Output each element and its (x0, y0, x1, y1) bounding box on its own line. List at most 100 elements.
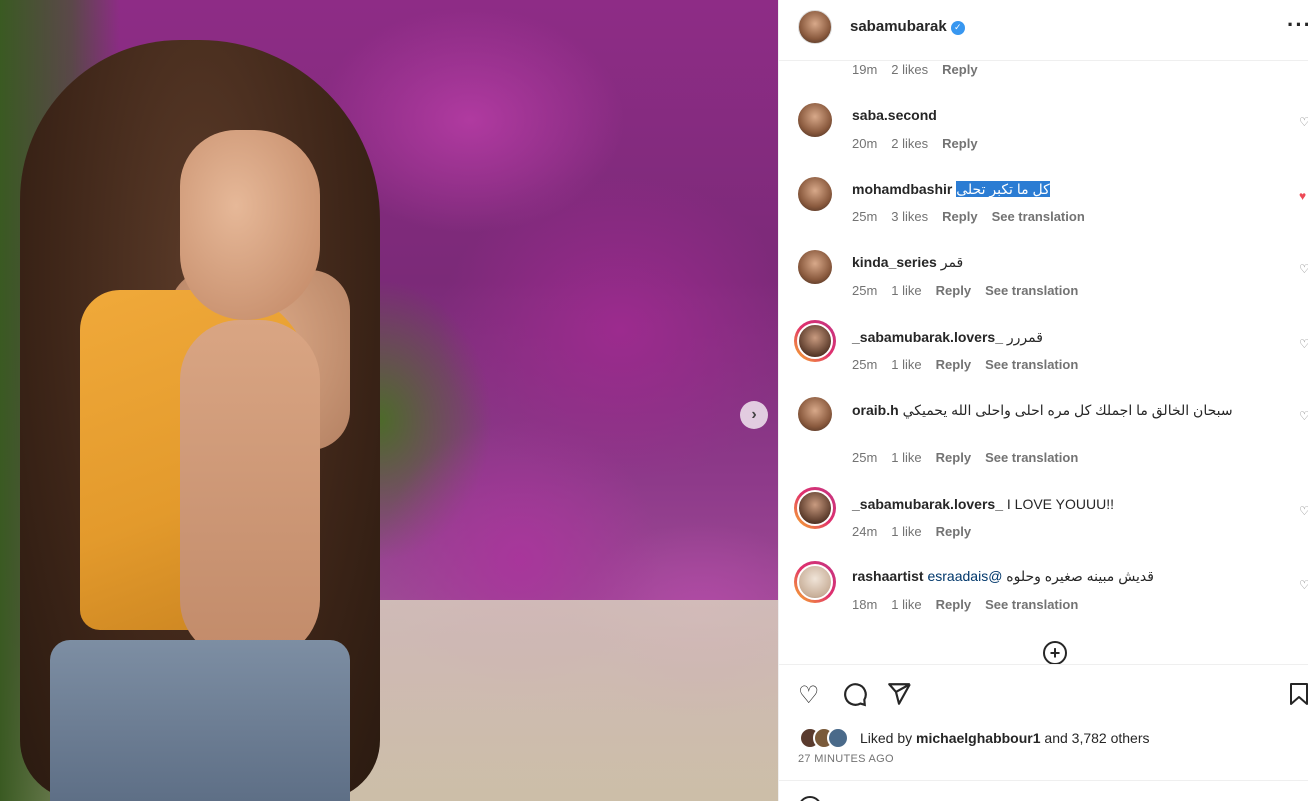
comment-likes[interactable]: 1 like (891, 450, 921, 465)
comment-likes[interactable]: 1 like (891, 597, 921, 612)
reply-button[interactable]: Reply (936, 450, 971, 465)
reply-button[interactable]: Reply (942, 136, 977, 151)
author-username[interactable]: sabamubarak (850, 18, 947, 35)
commenter-username[interactable]: rashaartist (852, 568, 924, 584)
comment-like-icon[interactable]: ♡ (1299, 578, 1308, 592)
comment-text: _sabamubarak.lovers_ قمررر (852, 327, 1292, 347)
see-translation-button[interactable]: See translation (985, 597, 1078, 612)
comment-time: 25m (852, 357, 878, 372)
comment-text: mohamdbashir كل ما تكبر تحلى (852, 179, 1292, 199)
comment-meta: 19m 2 likes Reply (852, 62, 978, 77)
comment-time: 18m (852, 597, 878, 612)
liked-by-others[interactable]: and 3,782 others (1044, 730, 1149, 746)
comment-body: قمر (940, 254, 964, 270)
reply-button[interactable]: Reply (936, 357, 971, 372)
comment-time: 20m (852, 136, 878, 151)
commenter-username[interactable]: oraib.h (852, 402, 899, 418)
liked-by-text: Liked by michaelghabbour1 and 3,782 othe… (860, 730, 1150, 746)
post-detail-panel: sabamubarak✓ ··· 19m 2 likes Reply saba.… (778, 0, 1308, 801)
comment-body: سبحان الخالق ما اجملك كل مره احلى واحلى … (902, 402, 1233, 418)
comment-likes[interactable]: 3 likes (891, 209, 928, 224)
post-header: sabamubarak✓ ··· (779, 0, 1308, 61)
comment-text: kinda_series قمر (852, 252, 1292, 272)
heart-icon[interactable]: ♡ (798, 681, 820, 710)
see-translation-button[interactable]: See translation (992, 209, 1085, 224)
comment-time: 25m (852, 209, 878, 224)
comment-meta: 24m 1 like Reply (852, 524, 971, 539)
comment-meta: 25m 3 likes Reply See translation (852, 209, 1085, 224)
reply-button[interactable]: Reply (936, 597, 971, 612)
verified-badge-icon: ✓ (950, 20, 965, 35)
comment-meta: 25m 1 like Reply See translation (852, 283, 1078, 298)
commenter-username[interactable]: _sabamubarak.lovers_ (852, 496, 1003, 512)
comment-text: rashaartist esraadais@ قديش مبينه صغيره … (852, 566, 1292, 586)
commenter-avatar-story-ring[interactable] (794, 320, 836, 362)
comment-body: كل ما تكبر تحلى (956, 181, 1050, 197)
comment-liked-heart-icon[interactable]: ♥ (1299, 189, 1306, 203)
comment-time: 25m (852, 450, 878, 465)
photo-jeans (50, 640, 350, 801)
comment-likes[interactable]: 1 like (891, 357, 921, 372)
comment-text: _sabamubarak.lovers_ I LOVE YOUUU!! (852, 494, 1292, 514)
bookmark-icon[interactable] (1287, 681, 1308, 714)
photo-face (180, 130, 320, 320)
comment-text: oraib.h سبحان الخالق ما اجملك كل مره احل… (852, 400, 1292, 420)
chevron-right-icon[interactable]: › (740, 401, 768, 429)
comment-like-icon[interactable]: ♡ (1299, 409, 1308, 423)
share-icon[interactable] (886, 681, 912, 714)
liked-by-prefix: Liked by (860, 730, 913, 746)
post-timestamp[interactable]: 27 MINUTES AGO (798, 753, 894, 765)
commenter-avatar[interactable] (798, 397, 832, 431)
plus-circle-icon[interactable]: + (1043, 641, 1067, 664)
commenter-avatar-story-ring[interactable] (794, 487, 836, 529)
mention-link[interactable]: esraadais@ (927, 568, 1002, 584)
comment-time: 24m (852, 524, 878, 539)
commenter-avatar[interactable] (798, 250, 832, 284)
comment-like-icon[interactable]: ♡ (1299, 262, 1308, 276)
comment-body: قديش مبينه صغيره وحلوه (1006, 568, 1154, 584)
comment-like-icon[interactable]: ♡ (1299, 337, 1308, 351)
photo-arm (180, 320, 320, 660)
more-options-icon[interactable]: ··· (1287, 12, 1308, 38)
commenter-avatar-story-ring[interactable] (794, 561, 836, 603)
comment-text: saba.second (852, 105, 1292, 125)
comment-meta: 18m 1 like Reply See translation (852, 597, 1078, 612)
add-comment-bar (779, 780, 1308, 801)
liked-by-user[interactable]: michaelghabbour1 (916, 730, 1040, 746)
liker-avatar (827, 727, 849, 749)
commenter-username[interactable]: saba.second (852, 107, 937, 123)
comment-body: I LOVE YOUUU!! (1006, 496, 1114, 512)
comment-body: قمررر (1006, 329, 1043, 345)
comment-meta: 25m 1 like Reply See translation (852, 450, 1078, 465)
comment-like-icon[interactable]: ♡ (1299, 504, 1308, 518)
reply-button[interactable]: Reply (936, 524, 971, 539)
commenter-username[interactable]: kinda_series (852, 254, 937, 270)
comment-likes[interactable]: 2 likes (891, 62, 928, 77)
see-translation-button[interactable]: See translation (985, 283, 1078, 298)
see-translation-button[interactable]: See translation (985, 357, 1078, 372)
post-actions: ♡ Liked by michaelghabbour1 and 3,782 ot… (779, 664, 1308, 780)
comment-like-icon[interactable]: ♡ (1299, 115, 1308, 129)
comment-time: 19m (852, 62, 878, 77)
see-translation-button[interactable]: See translation (985, 450, 1078, 465)
commenter-username[interactable]: mohamdbashir (852, 181, 952, 197)
comment-likes[interactable]: 1 like (891, 283, 921, 298)
comments-list: 19m 2 likes Reply saba.second ♡ 20m 2 li… (779, 61, 1308, 664)
comment-likes[interactable]: 1 like (891, 524, 921, 539)
comment-time: 25m (852, 283, 878, 298)
author-username-row[interactable]: sabamubarak ✓ (850, 18, 965, 35)
author-avatar[interactable] (798, 10, 832, 44)
comment-meta: 20m 2 likes Reply (852, 136, 978, 151)
reply-button[interactable]: Reply (942, 209, 977, 224)
commenter-avatar[interactable] (798, 103, 832, 137)
commenter-username[interactable]: _sabamubarak.lovers_ (852, 329, 1003, 345)
emoji-icon[interactable] (798, 796, 822, 801)
post-photo: › (0, 0, 778, 801)
liker-avatars[interactable] (799, 727, 849, 749)
commenter-avatar[interactable] (798, 177, 832, 211)
comment-meta: 25m 1 like Reply See translation (852, 357, 1078, 372)
comment-likes[interactable]: 2 likes (891, 136, 928, 151)
comment-icon[interactable] (842, 681, 868, 714)
reply-button[interactable]: Reply (936, 283, 971, 298)
reply-button[interactable]: Reply (942, 62, 977, 77)
